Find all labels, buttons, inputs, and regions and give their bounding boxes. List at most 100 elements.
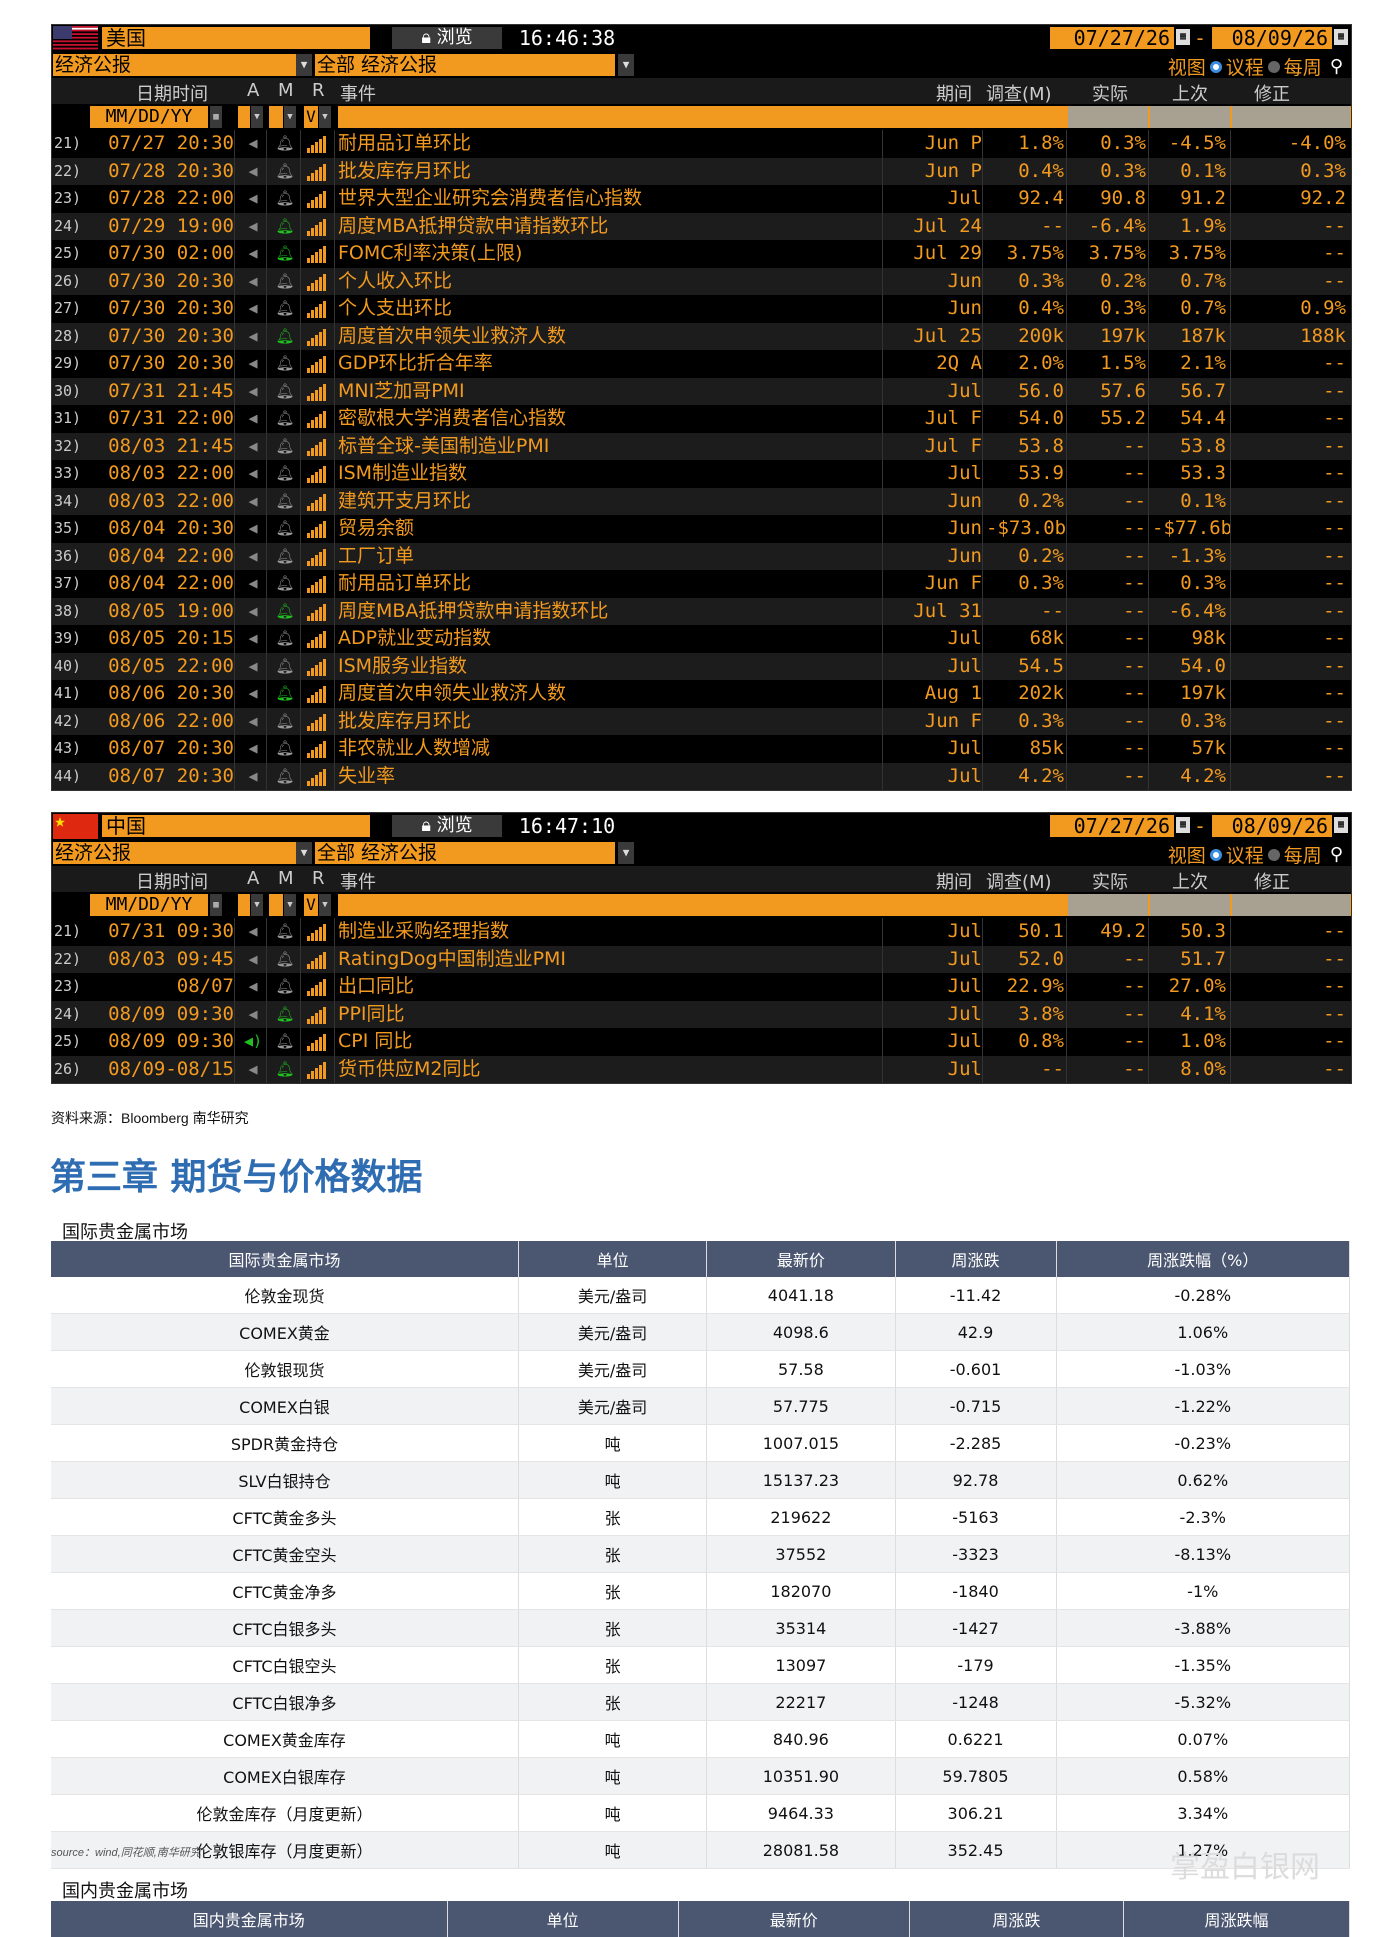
filter-a-input[interactable] [238,894,250,916]
event-row[interactable]: 21) 07/31 09:30 ◀ 🔔︎ 制造业采购经理指数 Jul 50.1 49.2 50.… [52,918,1351,946]
event-name[interactable]: 个人支出环比 [338,295,452,322]
event-row[interactable]: 38) 08/05 19:00 ◀ 🔔︎ 周度MBA抵押贷款申请指数环比 Jul 31 --… [52,597,1351,625]
speaker-icon[interactable]: ◀ [238,378,268,405]
speaker-icon[interactable]: ◀ [238,433,268,460]
event-row[interactable]: 26) 07/30 20:30 ◀ 🔔︎ 个人收入环比 Jun 0.3% 0.2% 0.7% -- [52,267,1351,295]
bell-icon[interactable]: 🔔︎ [270,543,300,570]
date-to-field[interactable]: 08/09/26 [1212,27,1332,49]
event-row[interactable]: 28) 07/30 20:30 ◀ 🔔︎ 周度首次申领失业救济人数 Jul 25 200k 1… [52,322,1351,350]
source-filter-select[interactable]: 经济公报 [53,842,303,864]
row-number[interactable]: 22) [54,158,84,185]
bell-icon[interactable]: 🔔︎ [270,433,300,460]
event-row[interactable]: 22) 07/28 20:30 ◀ 🔔︎ 批发库存月环比 Jun P 0.4% 0.3% 0.1… [52,157,1351,185]
event-row[interactable]: 29) 07/30 20:30 ◀ 🔔︎ GDP环比折合年率 2Q A 2.0% 1.5% 2.… [52,350,1351,378]
speaker-icon[interactable]: ◀ [238,295,268,322]
bell-icon[interactable]: 🔔︎ [270,918,300,945]
country-field[interactable]: 美国 [102,27,370,49]
event-name[interactable]: 个人收入环比 [338,268,452,295]
event-name[interactable]: 密歇根大学消费者信心指数 [338,405,566,432]
bell-icon[interactable]: 🔔︎ [270,598,300,625]
row-number[interactable]: 25) [54,240,84,267]
speaker-icon[interactable]: ◀ [238,680,268,707]
col-a[interactable]: A [247,80,259,101]
speaker-icon[interactable]: ◀ [238,323,268,350]
col-event[interactable]: 事件 [340,80,376,106]
speaker-icon[interactable]: ◀ [238,213,268,240]
col-datetime[interactable]: 日期时间 [136,868,208,894]
category-filter-select[interactable]: 全部 经济公报 [315,842,615,864]
bell-icon[interactable]: 🔔︎ [270,708,300,735]
row-number[interactable]: 29) [54,350,84,377]
date-from-field[interactable]: 07/27/26 [1050,815,1174,837]
event-name[interactable]: 货币供应M2同比 [338,1056,480,1083]
row-number[interactable]: 44) [54,763,84,790]
speaker-icon[interactable]: ◀ [238,570,268,597]
event-name[interactable]: ISM制造业指数 [338,460,467,487]
bell-icon[interactable]: 🔔︎ [270,1001,300,1028]
event-row[interactable]: 37) 08/04 22:00 ◀ 🔔︎ 耐用品订单环比 Jun F 0.3% -- 0.3% -… [52,570,1351,598]
calendar-icon[interactable]: ▦ [1176,817,1190,833]
calendar-icon[interactable]: ▦ [1176,29,1190,45]
event-row[interactable]: 32) 08/03 21:45 ◀ 🔔︎ 标普全球-美国制造业PMI Jul F 53.8 -… [52,432,1351,460]
row-number[interactable]: 42) [54,708,84,735]
calendar-icon[interactable]: ▦ [1334,29,1348,45]
speaker-icon[interactable]: ◀ [238,350,268,377]
event-name[interactable]: FOMC利率决策(上限) [338,240,522,267]
event-row[interactable]: 31) 07/31 22:00 ◀ 🔔︎ 密歇根大学消费者信心指数 Jul F 54.0 55… [52,405,1351,433]
event-row[interactable]: 21) 07/27 20:30 ◀ 🔔︎ 耐用品订单环比 Jun P 1.8% 0.3% -4.… [52,130,1351,158]
row-number[interactable]: 32) [54,433,84,460]
bell-icon[interactable]: 🔔︎ [270,295,300,322]
event-name[interactable]: GDP环比折合年率 [338,350,493,377]
bell-icon[interactable]: 🔔︎ [270,350,300,377]
row-number[interactable]: 41) [54,680,84,707]
filter-m-input[interactable] [269,106,283,128]
event-name[interactable]: 非农就业人数增减 [338,735,490,762]
event-row[interactable]: 36) 08/04 22:00 ◀ 🔔︎ 工厂订单 Jun 0.2% -- -1.3% -- [52,542,1351,570]
filter-m-input[interactable] [269,894,283,916]
bell-icon[interactable]: 🔔︎ [270,378,300,405]
category-filter-select[interactable]: 全部 经济公报 [315,54,615,76]
event-row[interactable]: 24) 08/09 09:30 ◀ 🔔︎ PPI同比 Jul 3.8% -- 4.1% -- [52,1000,1351,1028]
chevron-down-icon[interactable]: ▼ [284,106,296,128]
row-number[interactable]: 35) [54,515,84,542]
col-survey[interactable]: 调查(M) [986,868,1052,894]
weekly-radio[interactable] [1267,848,1280,861]
event-row[interactable]: 42) 08/06 22:00 ◀ 🔔︎ 批发库存月环比 Jun F 0.3% -- 0.3% -… [52,707,1351,735]
col-m[interactable]: M [278,80,294,101]
speaker-icon[interactable]: ◀ [238,268,268,295]
row-number[interactable]: 25) [54,1028,84,1055]
speaker-icon[interactable]: ◀ [238,185,268,212]
bell-icon[interactable]: 🔔︎ [270,680,300,707]
row-number[interactable]: 27) [54,295,84,322]
chevron-down-icon[interactable]: ▼ [618,54,634,76]
event-name[interactable]: 周度首次申领失业救济人数 [338,680,566,707]
event-row[interactable]: 43) 08/07 20:30 ◀ 🔔︎ 非农就业人数增减 Jul 85k -- 57k -- [52,735,1351,763]
bell-icon[interactable]: 🔔︎ [270,488,300,515]
date-format-input[interactable]: MM/DD/YY [90,106,208,128]
row-number[interactable]: 26) [54,1056,84,1083]
event-name[interactable]: 耐用品订单环比 [338,130,471,157]
filter-r-input[interactable]: V [304,894,318,916]
col-actual[interactable]: 实际 [1092,868,1128,894]
browse-button[interactable]: 🔒︎ 浏览 [392,815,502,837]
bell-icon[interactable]: 🔔︎ [270,323,300,350]
event-row[interactable]: 40) 08/05 22:00 ◀ 🔔︎ ISM服务业指数 Jul 54.5 -- 54.0 -- [52,652,1351,680]
bell-icon[interactable]: 🔔︎ [270,653,300,680]
row-number[interactable]: 40) [54,653,84,680]
source-filter-select[interactable]: 经济公报 [53,54,303,76]
chevron-down-icon[interactable]: ▼ [284,894,296,916]
event-name[interactable]: 世界大型企业研究会消费者信心指数 [338,185,642,212]
col-period[interactable]: 期间 [936,80,972,106]
event-name[interactable]: 周度首次申领失业救济人数 [338,323,566,350]
event-name[interactable]: RatingDog中国制造业PMI [338,946,566,973]
event-row[interactable]: 27) 07/30 20:30 ◀ 🔔︎ 个人支出环比 Jun 0.4% 0.3% 0.7% 0.… [52,295,1351,323]
chevron-down-icon[interactable]: ▼ [296,842,312,864]
bell-icon[interactable]: 🔔︎ [270,213,300,240]
row-number[interactable]: 24) [54,213,84,240]
bell-icon[interactable]: 🔔︎ [270,763,300,790]
event-row[interactable]: 23) 08/07 ◀ 🔔︎ 出口同比 Jul 22.9% -- 27.0% -- [52,973,1351,1001]
country-field[interactable]: 中国 [102,815,370,837]
chevron-down-icon[interactable]: ▼ [296,54,312,76]
speaker-icon[interactable]: ◀ [238,918,268,945]
speaker-icon[interactable]: ◀ [238,946,268,973]
